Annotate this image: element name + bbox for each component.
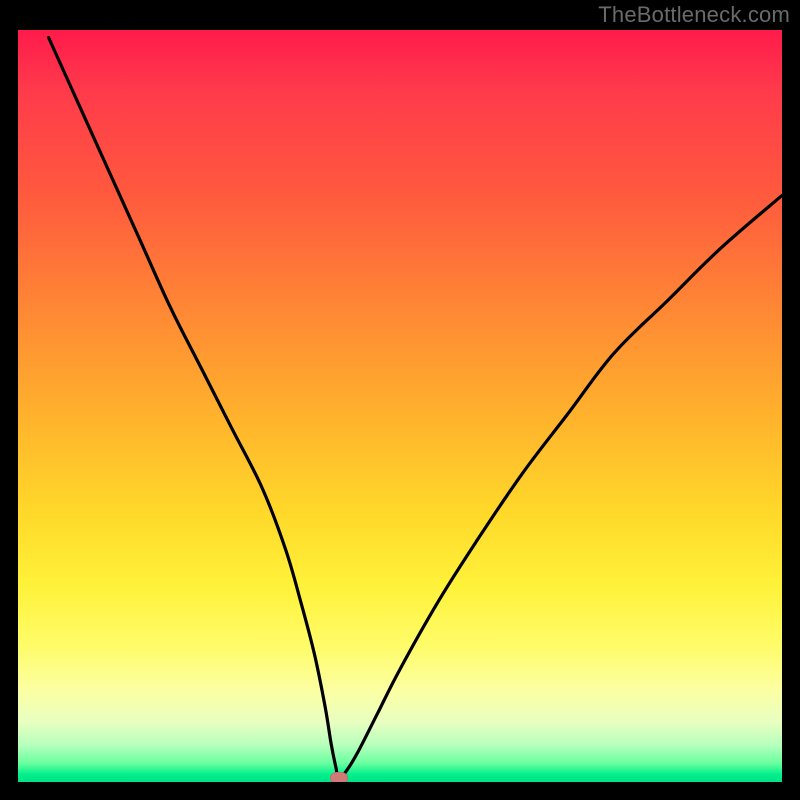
- bottleneck-curve: [18, 30, 782, 782]
- plot-area: [18, 30, 782, 782]
- watermark-text: TheBottleneck.com: [598, 2, 790, 28]
- optimal-point-marker: [330, 772, 348, 782]
- chart-stage: TheBottleneck.com: [0, 0, 800, 800]
- plot-frame: [16, 28, 784, 784]
